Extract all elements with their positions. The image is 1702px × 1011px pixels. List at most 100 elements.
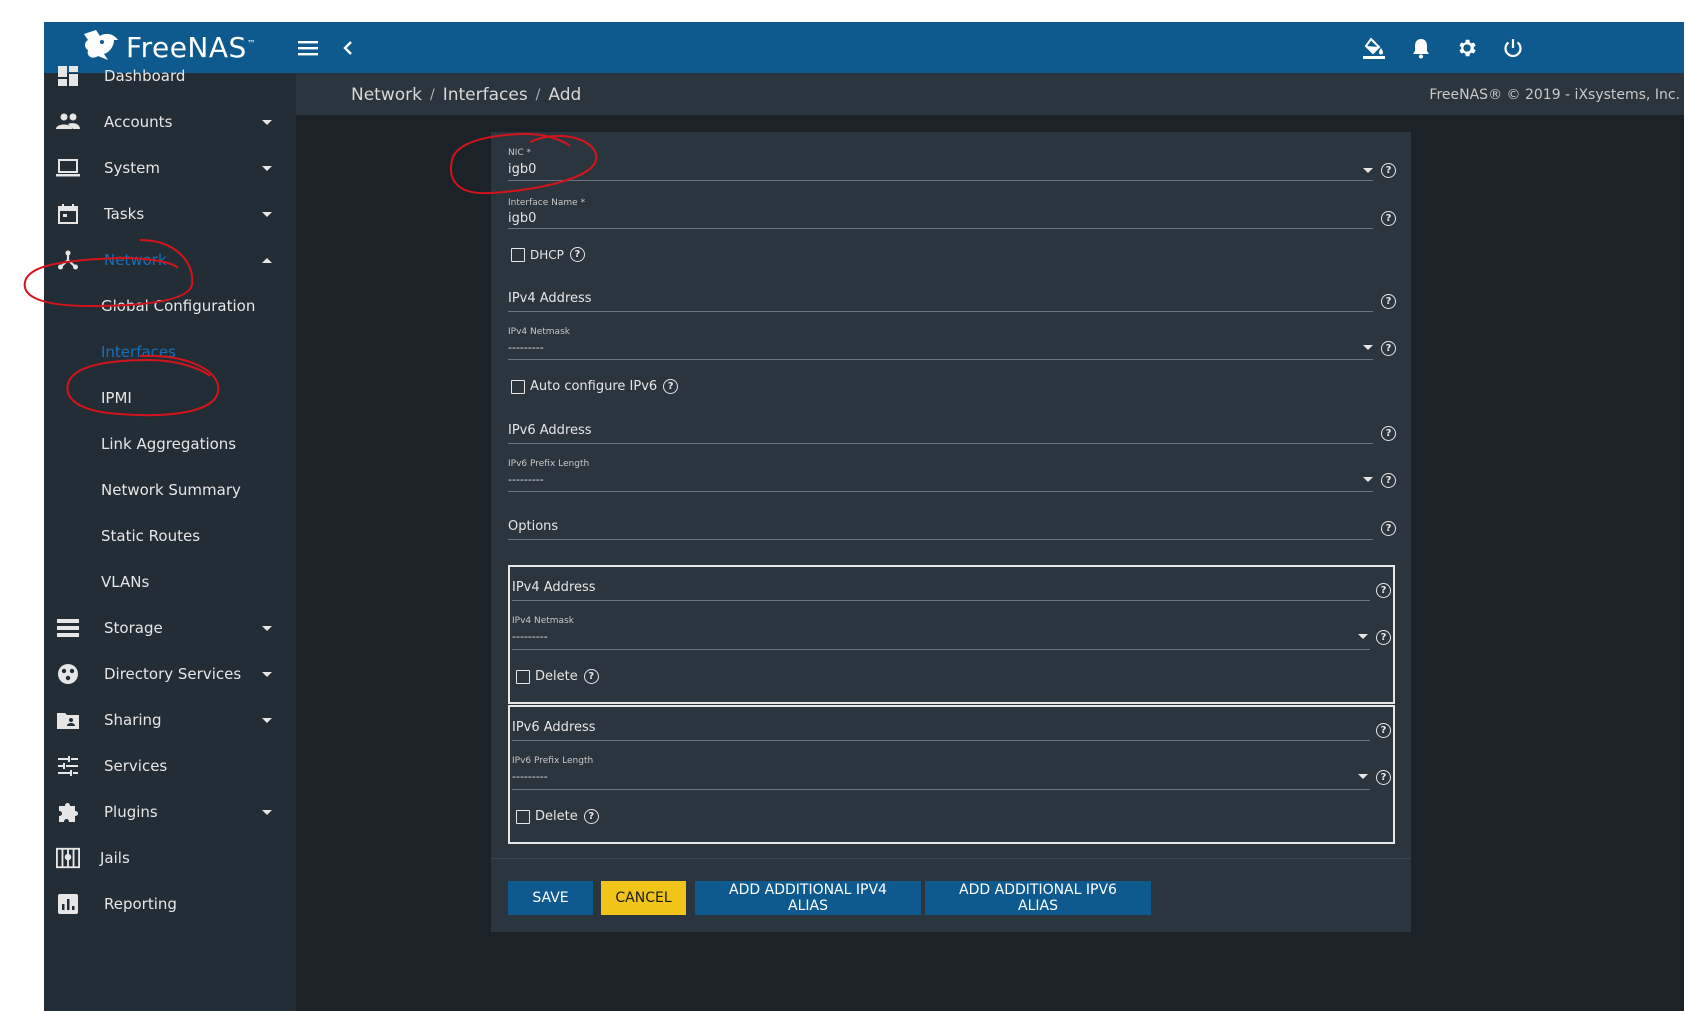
- sidebar-subitem-static-routes[interactable]: Static Routes: [44, 511, 296, 561]
- add-ipv6-alias-button[interactable]: ADD ADDITIONAL IPV6 ALIAS: [925, 881, 1151, 915]
- chart-icon: [56, 892, 80, 916]
- help-icon[interactable]: ?: [583, 809, 599, 824]
- options-field[interactable]: Options: [508, 518, 1373, 540]
- breadcrumb-separator: /: [429, 87, 435, 103]
- sidebar-subitem-global-configuration[interactable]: Global Configuration: [44, 281, 296, 331]
- chevron-down-icon: [262, 165, 272, 171]
- interface-name-value: igb0: [508, 211, 537, 226]
- sidebar-item-plugins[interactable]: Plugins: [44, 787, 296, 837]
- alias-ipv6-prefix-select[interactable]: IPv6 Prefix Length ---------: [512, 753, 1370, 790]
- cancel-button[interactable]: CANCEL: [601, 881, 686, 915]
- help-icon[interactable]: ?: [1381, 211, 1396, 226]
- breadcrumb-network[interactable]: Network: [351, 85, 422, 105]
- help-icon[interactable]: ?: [1376, 583, 1391, 598]
- checkbox-box[interactable]: [511, 247, 525, 262]
- dhcp-label: DHCP: [530, 247, 564, 262]
- sidebar-subitem-ipmi[interactable]: IPMI: [44, 373, 296, 423]
- help-icon[interactable]: ?: [1381, 341, 1396, 356]
- sidebar-subitem-network-summary[interactable]: Network Summary: [44, 465, 296, 515]
- ipv4-netmask-select[interactable]: IPv4 Netmask ---------: [508, 325, 1373, 360]
- gear-icon[interactable]: [1453, 34, 1481, 62]
- bell-icon[interactable]: [1407, 34, 1435, 62]
- alias-ipv4-netmask-select[interactable]: IPv4 Netmask ---------: [512, 613, 1370, 650]
- sidebar-item-tasks[interactable]: Tasks: [44, 189, 296, 239]
- interface-name-field[interactable]: Interface Name * igb0: [508, 196, 1373, 229]
- chevron-down-icon[interactable]: [1363, 345, 1373, 350]
- alias-ipv6-prefix-value: ---------: [512, 770, 548, 783]
- chevron-down-icon[interactable]: [1363, 477, 1373, 482]
- directory-icon: [56, 662, 80, 686]
- help-icon[interactable]: ?: [1376, 630, 1391, 645]
- ipv4-address-field[interactable]: IPv4 Address: [508, 290, 1373, 312]
- help-icon[interactable]: ?: [1381, 294, 1396, 309]
- color-theme-icon[interactable]: [1360, 34, 1388, 62]
- sidebar-item-label: Reporting: [104, 895, 177, 913]
- delete-label: Delete: [535, 669, 578, 684]
- dhcp-checkbox[interactable]: DHCP ?: [511, 247, 585, 262]
- alias-ipv4-netmask-value: ---------: [512, 630, 548, 643]
- sidebar-item-label: Sharing: [104, 711, 162, 729]
- help-icon[interactable]: ?: [1376, 770, 1391, 785]
- alias-ipv6-address-field[interactable]: IPv6 Address: [512, 719, 1370, 741]
- sidebar-subitem-label: Global Configuration: [101, 297, 256, 315]
- add-ipv4-alias-button[interactable]: ADD ADDITIONAL IPV4 ALIAS: [695, 881, 921, 915]
- sidebar-item-label: Plugins: [104, 803, 158, 821]
- chevron-down-icon[interactable]: [1358, 634, 1368, 639]
- sidebar-item-sharing[interactable]: Sharing: [44, 695, 296, 745]
- copyright-text: FreeNAS® © 2019 - iXsystems, Inc.: [1429, 87, 1680, 103]
- network-icon: [56, 248, 80, 272]
- help-icon[interactable]: ?: [583, 669, 599, 684]
- alias-ipv6-address-label: IPv6 Address: [512, 720, 596, 735]
- sidebar-item-reporting[interactable]: Reporting: [44, 879, 296, 929]
- help-icon[interactable]: ?: [1381, 473, 1396, 488]
- sidebar-item-label: Dashboard: [104, 67, 186, 85]
- sidebar-item-services[interactable]: Services: [44, 741, 296, 791]
- breadcrumb-interfaces[interactable]: Interfaces: [443, 85, 528, 105]
- alias-ipv4-delete-checkbox[interactable]: Delete ?: [516, 669, 599, 684]
- power-icon[interactable]: [1499, 34, 1527, 62]
- ipv6-prefix-length-label: IPv6 Prefix Length: [508, 459, 590, 469]
- checkbox-box[interactable]: [516, 669, 530, 684]
- checkbox-box[interactable]: [511, 379, 525, 394]
- help-icon[interactable]: ?: [1381, 163, 1396, 178]
- save-button[interactable]: SAVE: [508, 881, 593, 915]
- ipv6-prefix-length-select[interactable]: IPv6 Prefix Length ---------: [508, 457, 1373, 492]
- delete-label: Delete: [535, 809, 578, 824]
- sidebar-item-label: Directory Services: [104, 665, 242, 683]
- auto-configure-ipv6-checkbox[interactable]: Auto configure IPv6 ?: [511, 379, 679, 394]
- auto-configure-ipv6-label: Auto configure IPv6: [530, 379, 658, 394]
- sidebar-item-dashboard[interactable]: Dashboard: [44, 51, 296, 101]
- help-icon[interactable]: ?: [1381, 521, 1396, 536]
- sidebar-item-directory-services[interactable]: Directory Services: [44, 649, 296, 699]
- sidebar-item-label: Services: [104, 757, 168, 775]
- ipv6-address-field[interactable]: IPv6 Address: [508, 422, 1373, 444]
- menu-icon[interactable]: [294, 34, 322, 62]
- help-icon[interactable]: ?: [663, 379, 679, 394]
- ipv6-alias-group: IPv6 Address ? IPv6 Prefix Length ------…: [508, 705, 1395, 844]
- checkbox-box[interactable]: [516, 809, 530, 824]
- sidebar-subitem-label: VLANs: [101, 573, 150, 591]
- ipv4-netmask-label: IPv4 Netmask: [508, 327, 570, 337]
- help-icon[interactable]: ?: [569, 247, 585, 262]
- alias-ipv6-delete-checkbox[interactable]: Delete ?: [516, 809, 599, 824]
- sidebar-subitem-interfaces[interactable]: Interfaces: [44, 327, 296, 377]
- nic-select[interactable]: NIC * igb0: [508, 146, 1373, 181]
- sidebar-item-accounts[interactable]: Accounts: [44, 97, 296, 147]
- alias-ipv4-address-field[interactable]: IPv4 Address: [512, 579, 1370, 601]
- chevron-down-icon[interactable]: [1363, 168, 1373, 173]
- help-icon[interactable]: ?: [1376, 723, 1391, 738]
- sidebar-item-storage[interactable]: Storage: [44, 603, 296, 653]
- sidebar-subitem-label: IPMI: [101, 389, 132, 407]
- sidebar-subitem-link-aggregations[interactable]: Link Aggregations: [44, 419, 296, 469]
- help-icon[interactable]: ?: [1381, 426, 1396, 441]
- sidebar-item-system[interactable]: System: [44, 143, 296, 193]
- sidebar-item-jails[interactable]: Jails: [44, 833, 296, 883]
- collapse-arrow-icon[interactable]: [334, 34, 362, 62]
- breadcrumb: Network / Interfaces / Add: [351, 85, 581, 105]
- chevron-down-icon[interactable]: [1358, 774, 1368, 779]
- breadcrumb-add: Add: [548, 85, 582, 105]
- sidebar-item-network[interactable]: Network: [44, 235, 296, 285]
- sidebar-subitem-vlans[interactable]: VLANs: [44, 557, 296, 607]
- breadcrumb-separator: /: [535, 87, 541, 103]
- people-icon: [56, 110, 80, 134]
